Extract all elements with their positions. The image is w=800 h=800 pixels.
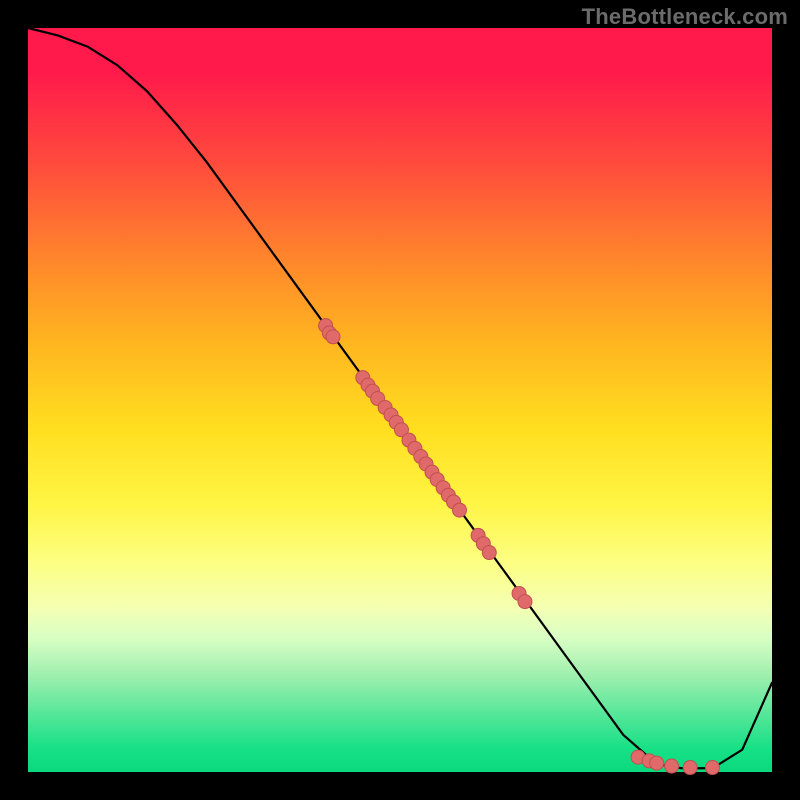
data-point [683, 761, 697, 775]
chart-stage: TheBottleneck.com [0, 0, 800, 800]
data-point [518, 595, 532, 609]
data-point [453, 503, 467, 517]
data-point [326, 330, 340, 344]
chart-svg [28, 28, 772, 772]
data-point [705, 761, 719, 775]
data-point [482, 546, 496, 560]
plot-area [28, 28, 772, 772]
bottleneck-curve [28, 28, 772, 768]
data-point [665, 759, 679, 773]
watermark-label: TheBottleneck.com [582, 4, 788, 30]
data-point [650, 756, 664, 770]
data-points-group [319, 319, 720, 775]
